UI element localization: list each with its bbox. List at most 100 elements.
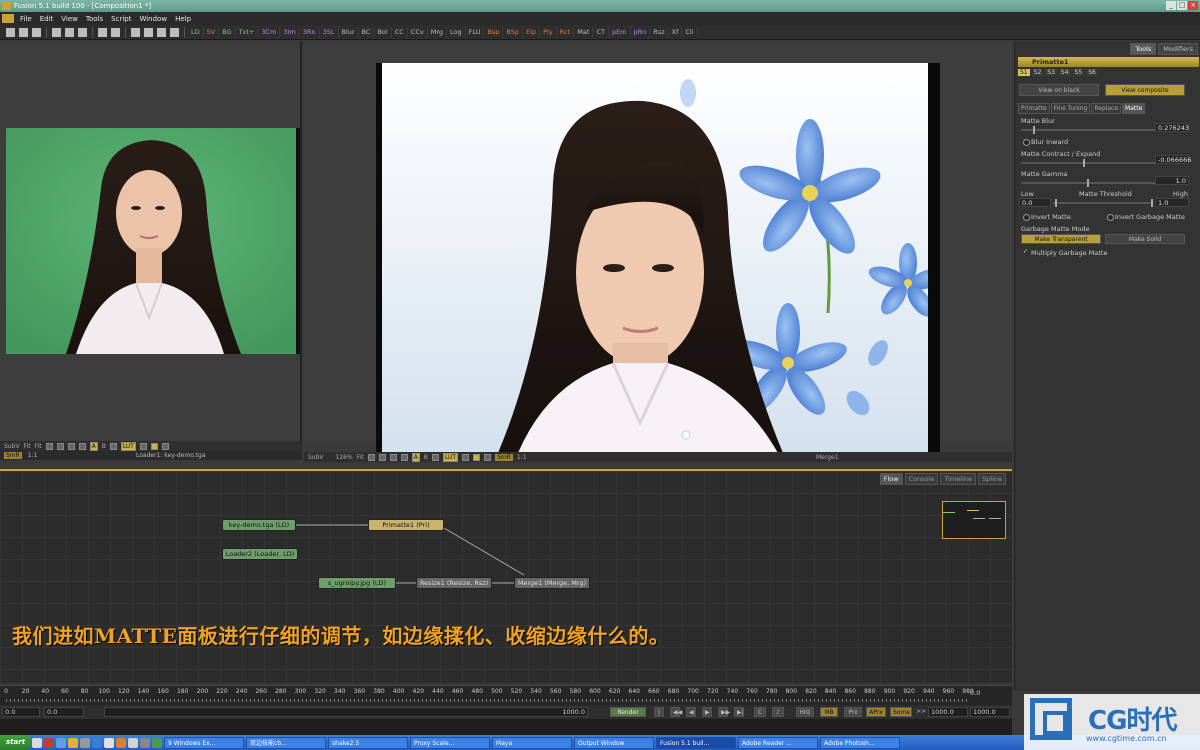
open-file-icon[interactable] (19, 27, 28, 37)
lock-icon[interactable] (139, 442, 147, 450)
tool-button-bg[interactable]: BG (219, 26, 236, 38)
buffer-b-button[interactable]: B (424, 454, 428, 461)
tool-button-mrg[interactable]: Mrg (428, 26, 448, 38)
app-icon[interactable] (140, 737, 151, 748)
subview-button[interactable]: SubV (4, 443, 20, 450)
tool-button-3sl[interactable]: 3SL (320, 26, 339, 38)
layout-single-icon[interactable] (131, 27, 140, 37)
flow-node-loader2[interactable]: Loader2 (Loader, LD) (222, 548, 298, 560)
fit-button[interactable]: Fit (357, 454, 364, 461)
gamma-value[interactable]: 1.0 (1155, 176, 1189, 185)
loop-icon[interactable]: C (754, 707, 766, 717)
render-button[interactable]: Render (610, 707, 646, 717)
flow-node-resize[interactable]: Resize1 (Resize, Rsz) (416, 577, 492, 589)
tool-button-mat[interactable]: Mat (574, 26, 594, 38)
task-shake[interactable]: shake2.5 (328, 736, 409, 749)
fit-button[interactable]: Fit (24, 443, 31, 450)
render-start-field[interactable]: 0.0 (44, 707, 84, 717)
play-reverse-icon[interactable]: ◀ (686, 707, 696, 717)
multiply-garbage-checkbox[interactable]: Multiply Garbage Matte (1023, 248, 1107, 257)
roi-icon[interactable] (150, 442, 158, 450)
smr-button[interactable]: SmR (4, 452, 22, 459)
tab-primatte[interactable]: Primatte (1018, 103, 1050, 114)
tool-button-ct[interactable]: CT (593, 26, 609, 38)
tool-button-blur[interactable]: Blur (339, 26, 359, 38)
tab-tools[interactable]: Tools (1130, 43, 1157, 55)
tool-button-prn[interactable]: pRn (631, 26, 651, 38)
color-channel-icon[interactable] (109, 442, 117, 450)
tab-replace[interactable]: Replace (1091, 103, 1122, 114)
redo-icon[interactable] (111, 27, 120, 37)
menu-file[interactable]: File (16, 15, 36, 23)
start-button[interactable]: start (0, 735, 32, 750)
global-start-field[interactable]: 0.0 (2, 707, 40, 717)
task-adobe-reader[interactable]: Adobe Reader ... (738, 736, 819, 749)
folder-icon[interactable] (68, 737, 79, 748)
menu-window[interactable]: Window (135, 15, 171, 23)
tool-button-flu[interactable]: FLU (466, 26, 485, 38)
close-button[interactable]: × (1188, 1, 1198, 10)
blur-inward-radio[interactable]: Blur Inward (1023, 138, 1068, 146)
slider-knob[interactable] (1033, 126, 1035, 134)
flow-node-primatte[interactable]: Primatte1 (Pri) (368, 519, 444, 531)
some-toggle[interactable]: Some (890, 707, 912, 717)
menu-help[interactable]: Help (171, 15, 195, 23)
app-icon[interactable] (128, 737, 139, 748)
buffer-a-button[interactable]: A (411, 452, 420, 462)
save-file-icon[interactable] (32, 27, 41, 37)
right-viewer[interactable] (304, 41, 1012, 453)
browser-icon[interactable] (56, 737, 67, 748)
smr-button[interactable]: SmR (495, 453, 513, 461)
new-file-icon[interactable] (6, 27, 15, 37)
slider-knob[interactable] (1055, 199, 1057, 207)
copy-icon[interactable] (65, 27, 74, 37)
view-composite-button[interactable]: View composite (1105, 84, 1185, 96)
tab-fine-tuning[interactable]: Fine Tuning (1050, 103, 1091, 114)
layout-left-icon[interactable] (157, 27, 166, 37)
zoom-level[interactable]: 126% (336, 454, 353, 461)
tab-matte[interactable]: Matte (1122, 103, 1146, 114)
layout-split-icon[interactable] (144, 27, 153, 37)
flow-navigator[interactable] (942, 501, 1006, 539)
menu-edit[interactable]: Edit (36, 15, 58, 23)
task-explorer[interactable]: 9 Windows Ex... (164, 736, 245, 749)
matte-blur-value[interactable]: 0.276243 (1155, 123, 1189, 132)
slider-knob[interactable] (1151, 199, 1153, 207)
ratio-label[interactable]: 1:1 (28, 452, 38, 459)
app-icon[interactable] (44, 737, 55, 748)
go-end-icon[interactable]: ▶| (734, 707, 744, 717)
tool-button-3rn[interactable]: 3Rn (300, 26, 320, 38)
brush-icon[interactable] (378, 453, 386, 461)
gamma-slider[interactable] (1021, 179, 1155, 187)
buffer-a-button[interactable]: A (89, 441, 98, 451)
ellipse-icon[interactable] (400, 453, 408, 461)
task-output-window[interactable]: Output Window (574, 736, 655, 749)
flow-node-keydemo[interactable]: key-demo.tga (LD) (222, 519, 296, 531)
tab-modifiers[interactable]: Modifiers (1158, 43, 1198, 55)
go-start-icon[interactable]: |◀ (654, 707, 664, 725)
tool-header[interactable]: Primatte1 (1018, 57, 1199, 67)
timeline-ruler[interactable]: 0 20 40 60 80 100 120 140 160 180 200 220 240 260 280 3… (0, 685, 1012, 705)
flow-node-sugroipy[interactable]: s_ugroipy.jpg (LD) (318, 577, 396, 589)
app-icon[interactable] (152, 737, 163, 748)
settings-slot[interactable]: S1 (1018, 69, 1030, 76)
slider-knob[interactable] (1083, 159, 1085, 167)
step-back-icon[interactable]: ◀◀ (670, 707, 682, 717)
tool-button-cc[interactable]: CC (392, 26, 408, 38)
left-viewer[interactable] (0, 41, 302, 441)
play-icon[interactable]: ▶ (702, 707, 712, 717)
rectangle-icon[interactable] (67, 442, 75, 450)
threshold-high-value[interactable]: 1.0 (1155, 198, 1189, 207)
flow-node-merge[interactable]: Merge1 (Merge, Mrg) (514, 577, 590, 589)
make-transparent-button[interactable]: Make Transparent (1021, 234, 1101, 244)
task-browser[interactable]: 双边技能cb... (246, 736, 327, 749)
tool-button-txt[interactable]: Txt+ (236, 26, 259, 38)
tool-button-sv[interactable]: SV (204, 26, 220, 38)
buffer-b-button[interactable]: B (102, 443, 106, 450)
menu-tools[interactable]: Tools (82, 15, 107, 23)
color-channel-icon[interactable] (431, 453, 439, 461)
tool-button-rct[interactable]: Rct (557, 26, 575, 38)
ellipse-icon[interactable] (78, 442, 86, 450)
tool-button-ccv[interactable]: CCv (408, 26, 428, 38)
render-end-field[interactable]: 1000.0 (928, 707, 968, 717)
